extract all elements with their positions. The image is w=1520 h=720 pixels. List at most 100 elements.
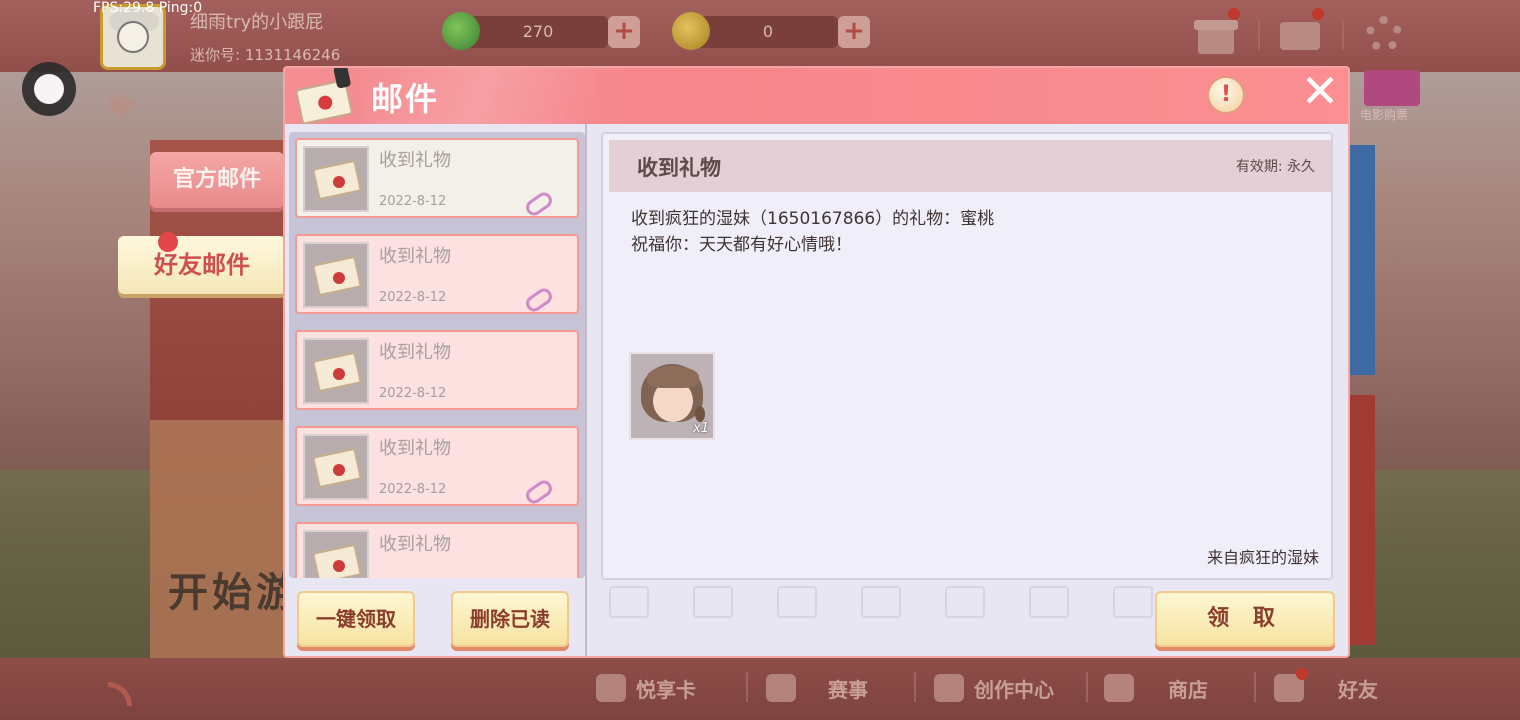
envelope-seal xyxy=(333,272,345,284)
avatar-face xyxy=(117,21,149,53)
green-coin-icon xyxy=(442,12,480,50)
dialog-header: 邮件 ! ✕ xyxy=(285,68,1348,125)
record-dot xyxy=(34,74,64,104)
mail-date: 2022-8-12 xyxy=(379,290,447,305)
mail-subject: 收到礼物 xyxy=(379,438,451,459)
gift-lid xyxy=(1194,20,1238,30)
megaphone-icon[interactable] xyxy=(110,92,142,118)
nav-divider xyxy=(1254,672,1256,702)
mail-date: 2022-8-12 xyxy=(379,482,447,497)
tab-friend-mail-label: 好友邮件 xyxy=(154,251,250,279)
detail-header: 收到礼物 有效期: 永久 xyxy=(609,140,1331,192)
envelope-icon xyxy=(303,242,369,308)
envelope-icon xyxy=(288,68,358,130)
gold-coin-icon xyxy=(672,12,710,50)
expiry-text: 有效期: 永久 xyxy=(1235,159,1315,175)
add-green-currency-button[interactable]: + xyxy=(608,16,640,48)
mail-detail: 收到礼物 有效期: 永久 收到疯狂的湿妹（1650167866）的礼物：蜜桃 祝… xyxy=(601,132,1333,580)
background-block xyxy=(777,586,817,618)
mail-body-line: 祝福你：天天都有好心情哦！ xyxy=(631,235,852,255)
envelope-seal xyxy=(333,560,345,572)
reward-item[interactable]: x1 xyxy=(629,352,715,440)
notification-badge xyxy=(158,232,178,252)
mail-dialog: 邮件 ! ✕ 收到礼物 2022-8-12 收到礼物 2022-8-12 收到礼… xyxy=(283,66,1350,658)
nav-shop-label: 商店 xyxy=(1168,678,1208,702)
mail-subject: 收到礼物 xyxy=(379,534,451,555)
background-banner-blue xyxy=(1350,145,1375,375)
attachment-icon xyxy=(523,194,547,214)
background-block xyxy=(1029,586,1069,618)
background-block xyxy=(861,586,901,618)
pig-icon xyxy=(596,674,626,702)
movie-ticket-image xyxy=(1364,70,1420,106)
hair-bangs xyxy=(647,366,699,388)
mail-subject: 收到礼物 xyxy=(379,150,451,171)
list-item[interactable]: 收到礼物 2022-8-12 xyxy=(295,234,579,314)
info-icon[interactable]: ! xyxy=(1207,76,1245,114)
claim-all-button[interactable]: 一键领取 xyxy=(297,591,415,647)
background-panel xyxy=(150,420,290,660)
fps-ping-readout: FPS:29.8 Ping:0 xyxy=(93,0,203,16)
tab-friend-mail[interactable]: 好友邮件 xyxy=(118,232,286,294)
list-item[interactable]: 收到礼物 2022-8-12 xyxy=(295,330,579,410)
notification-dot xyxy=(1228,8,1240,20)
mail-date: 2022-8-12 xyxy=(379,386,447,401)
movie-ticket-label: 电影购票 xyxy=(1360,108,1409,122)
record-icon[interactable] xyxy=(22,62,76,116)
mail-date: 2022-8-12 xyxy=(379,194,447,209)
panel-divider xyxy=(585,124,587,656)
background-block xyxy=(609,586,649,618)
reward-count: x1 xyxy=(693,421,709,436)
list-item[interactable]: 收到礼物 2022-8-12 xyxy=(295,426,579,506)
nav-divider xyxy=(746,672,748,702)
envelope-seal xyxy=(333,368,345,380)
dialog-title: 邮件 xyxy=(371,80,440,118)
envelope-seal xyxy=(333,464,345,476)
background-banner-red xyxy=(1350,395,1375,645)
background-block xyxy=(1113,586,1153,618)
gear-shape xyxy=(1366,16,1402,52)
claim-button[interactable]: 领 取 xyxy=(1155,591,1335,647)
gold-currency: 0 + xyxy=(672,12,870,50)
nav-events-label: 赛事 xyxy=(828,678,868,702)
nav-joy-card-label: 悦享卡 xyxy=(636,678,696,702)
green-currency-value: 270 xyxy=(522,22,554,41)
list-item[interactable]: 收到礼物 xyxy=(295,522,579,578)
envelope-icon xyxy=(303,146,369,212)
nav-friends-label: 好友 xyxy=(1338,678,1378,702)
top-divider xyxy=(1342,20,1344,50)
mail-body-line: 收到疯狂的湿妹（1650167866）的礼物：蜜桃 xyxy=(631,209,995,229)
detail-subject: 收到礼物 xyxy=(637,156,721,180)
add-gold-currency-button[interactable]: + xyxy=(838,16,870,48)
gift-box xyxy=(1198,26,1234,54)
attachment-icon xyxy=(523,290,547,310)
mail-body: 收到疯狂的湿妹（1650167866）的礼物：蜜桃 祝福你：天天都有好心情哦！ xyxy=(631,206,994,258)
tab-official-mail[interactable]: 官方邮件 xyxy=(150,152,284,208)
cart-icon xyxy=(1104,674,1134,702)
gift-icon[interactable] xyxy=(1194,8,1240,56)
mail-envelope xyxy=(1280,22,1320,50)
envelope-icon xyxy=(303,434,369,500)
notification-dot xyxy=(1296,668,1308,680)
movie-ticket-button[interactable]: 电影购票 xyxy=(1358,70,1428,126)
cube-icon xyxy=(934,674,964,702)
mail-list[interactable]: 收到礼物 2022-8-12 收到礼物 2022-8-12 收到礼物 2022-… xyxy=(289,132,585,578)
notification-dot xyxy=(1312,8,1324,20)
mail-subject: 收到礼物 xyxy=(379,246,451,267)
mini-id: 迷你号: 1131146246 xyxy=(190,46,341,64)
nav-creation-center-label: 创作中心 xyxy=(974,678,1054,702)
list-item[interactable]: 收到礼物 2022-8-12 xyxy=(295,138,579,218)
close-icon[interactable]: ✕ xyxy=(1295,68,1345,116)
username: 细雨try的小跟屁 xyxy=(190,12,324,33)
gear-icon[interactable] xyxy=(1362,12,1406,56)
attachment-icon xyxy=(523,482,547,502)
trophy-icon xyxy=(766,674,796,702)
hair-braid xyxy=(695,406,705,422)
envelope-icon xyxy=(303,530,369,578)
delete-read-button[interactable]: 删除已读 xyxy=(451,591,569,647)
mail-icon[interactable] xyxy=(1278,8,1324,56)
mail-subject: 收到礼物 xyxy=(379,342,451,363)
envelope-icon xyxy=(303,338,369,404)
sender-text: 来自疯狂的湿妹 xyxy=(1206,548,1319,567)
top-divider xyxy=(1258,20,1260,50)
